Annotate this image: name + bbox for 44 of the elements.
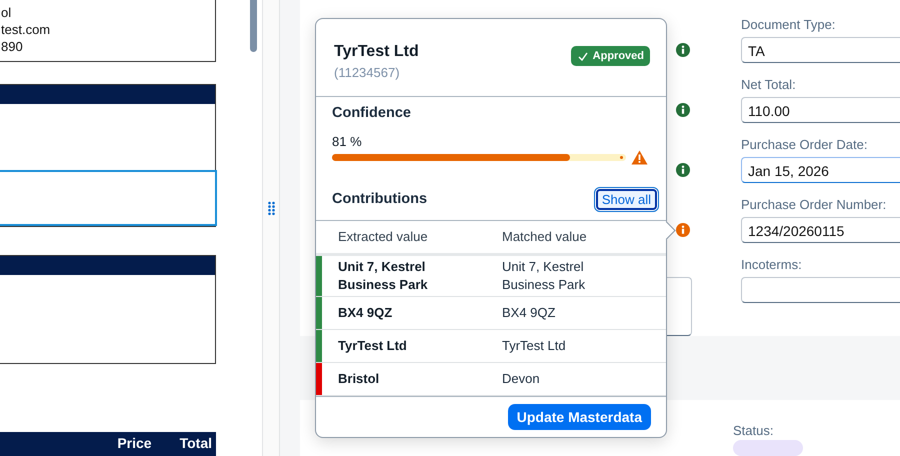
input-field[interactable]: 1234/20260115: [741, 217, 900, 243]
table-cell-text: TyrTest Ltd: [338, 337, 408, 355]
column-header: Total: [180, 435, 212, 453]
field-label: Document Type:: [741, 17, 836, 34]
supplier-name: TyrTest Ltd: [334, 43, 419, 61]
section-title: Confidence: [332, 105, 412, 121]
input-field[interactable]: [741, 277, 900, 303]
column-header: Extracted value: [338, 228, 429, 246]
column-header: Matched value: [502, 228, 588, 246]
info-icon[interactable]: [676, 43, 690, 57]
table-cell-text: Unit 7, Kestrel Business Park: [502, 258, 586, 294]
status-label: Status:: [733, 423, 774, 438]
confidence-value: 81 %: [332, 134, 363, 149]
field-label: Purchase Order Number:: [741, 197, 888, 214]
address-text: ol: [1, 4, 12, 21]
table-cell-text: Bristol: [338, 370, 380, 388]
drag-handle-icon[interactable]: [268, 201, 274, 216]
input-field[interactable]: 110.00: [741, 97, 900, 123]
warning-icon: [631, 150, 648, 165]
info-icon[interactable]: [676, 103, 690, 117]
table-cell-text: BX4 9QZ: [338, 304, 394, 322]
info-icon[interactable]: [676, 223, 690, 237]
table-cell-text: BX4 9QZ: [502, 304, 556, 322]
status-badge: [733, 440, 803, 456]
section-title: Contributions: [332, 191, 428, 207]
address-text: 890: [1, 38, 24, 55]
address-text: test.com: [1, 21, 52, 38]
document-field[interactable]: [0, 170, 217, 226]
input-field[interactable]: TA: [741, 37, 900, 63]
show-all-button[interactable]: Show all: [596, 188, 657, 210]
table-cell-text: Unit 7, Kestrel Business Park: [338, 258, 429, 294]
scrollbar-thumb[interactable]: [250, 0, 257, 52]
field-label: Net Total:: [741, 77, 797, 94]
table-cell-text: Devon: [502, 370, 541, 388]
approved-badge: Approved: [570, 46, 650, 66]
update-masterdata-button[interactable]: Update Masterdata: [508, 404, 651, 430]
field-label: Incoterms:: [741, 257, 803, 274]
table-cell-text: TyrTest Ltd: [502, 337, 567, 355]
input-field[interactable]: Jan 15, 2026: [741, 157, 900, 183]
info-icon[interactable]: [676, 163, 690, 177]
field-label: Purchase Order Date:: [741, 137, 868, 154]
checkmark-icon: [578, 52, 588, 60]
column-header: Price: [117, 435, 152, 453]
supplier-id: (11234567): [334, 65, 401, 80]
